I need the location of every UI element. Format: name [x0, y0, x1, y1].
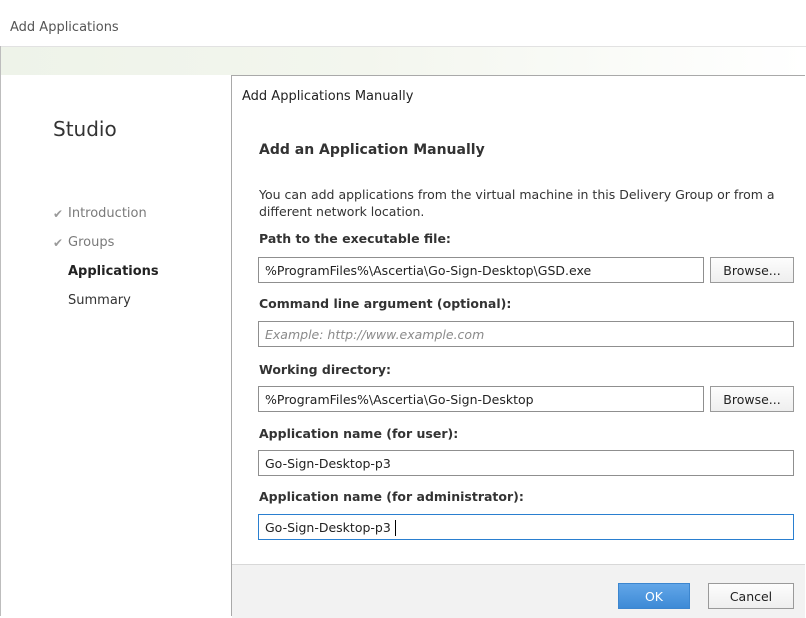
add-manually-dialog: Add Applications Manually Add an Applica… [231, 75, 805, 618]
cancel-button[interactable]: Cancel [708, 583, 794, 609]
section-heading: Add an Application Manually [259, 142, 485, 158]
step-groups: ✔ Groups [53, 235, 114, 250]
text-cursor [395, 520, 396, 536]
args-label: Command line argument (optional): [259, 296, 512, 311]
studio-brand: Studio [53, 117, 117, 141]
user-app-name-input[interactable] [258, 450, 794, 476]
check-icon: ✔ [53, 206, 64, 221]
step-introduction: ✔ Introduction [53, 206, 147, 221]
add-applications-window: Add Applications Studio ✔ Introduction ✔… [0, 0, 806, 618]
window-titlebar: Add Applications [0, 0, 806, 47]
workdir-browse-button[interactable]: Browse... [710, 386, 794, 412]
check-icon: ✔ [53, 235, 64, 250]
user-name-label: Application name (for user): [259, 426, 459, 441]
step-applications: Applications [68, 264, 159, 279]
command-line-input[interactable] [258, 321, 794, 347]
step-label: Introduction [68, 206, 147, 221]
header-band [1, 47, 806, 75]
admin-app-name-input[interactable] [258, 514, 794, 540]
working-directory-input[interactable] [258, 386, 704, 412]
ok-button[interactable]: OK [618, 583, 690, 609]
dialog-title: Add Applications Manually [242, 89, 414, 104]
description-text: You can add applications from the virtua… [259, 187, 775, 219]
wizard-steps-pane [1, 75, 230, 616]
path-browse-button[interactable]: Browse... [710, 257, 794, 283]
step-label: Groups [68, 235, 115, 250]
step-summary: Summary [68, 293, 131, 308]
window-title: Add Applications [10, 20, 119, 35]
path-input[interactable] [258, 257, 704, 283]
workdir-label: Working directory: [259, 362, 392, 377]
dialog-footer: OK Cancel [232, 564, 805, 618]
path-label: Path to the executable file: [259, 231, 451, 246]
admin-name-label: Application name (for administrator): [259, 489, 524, 504]
